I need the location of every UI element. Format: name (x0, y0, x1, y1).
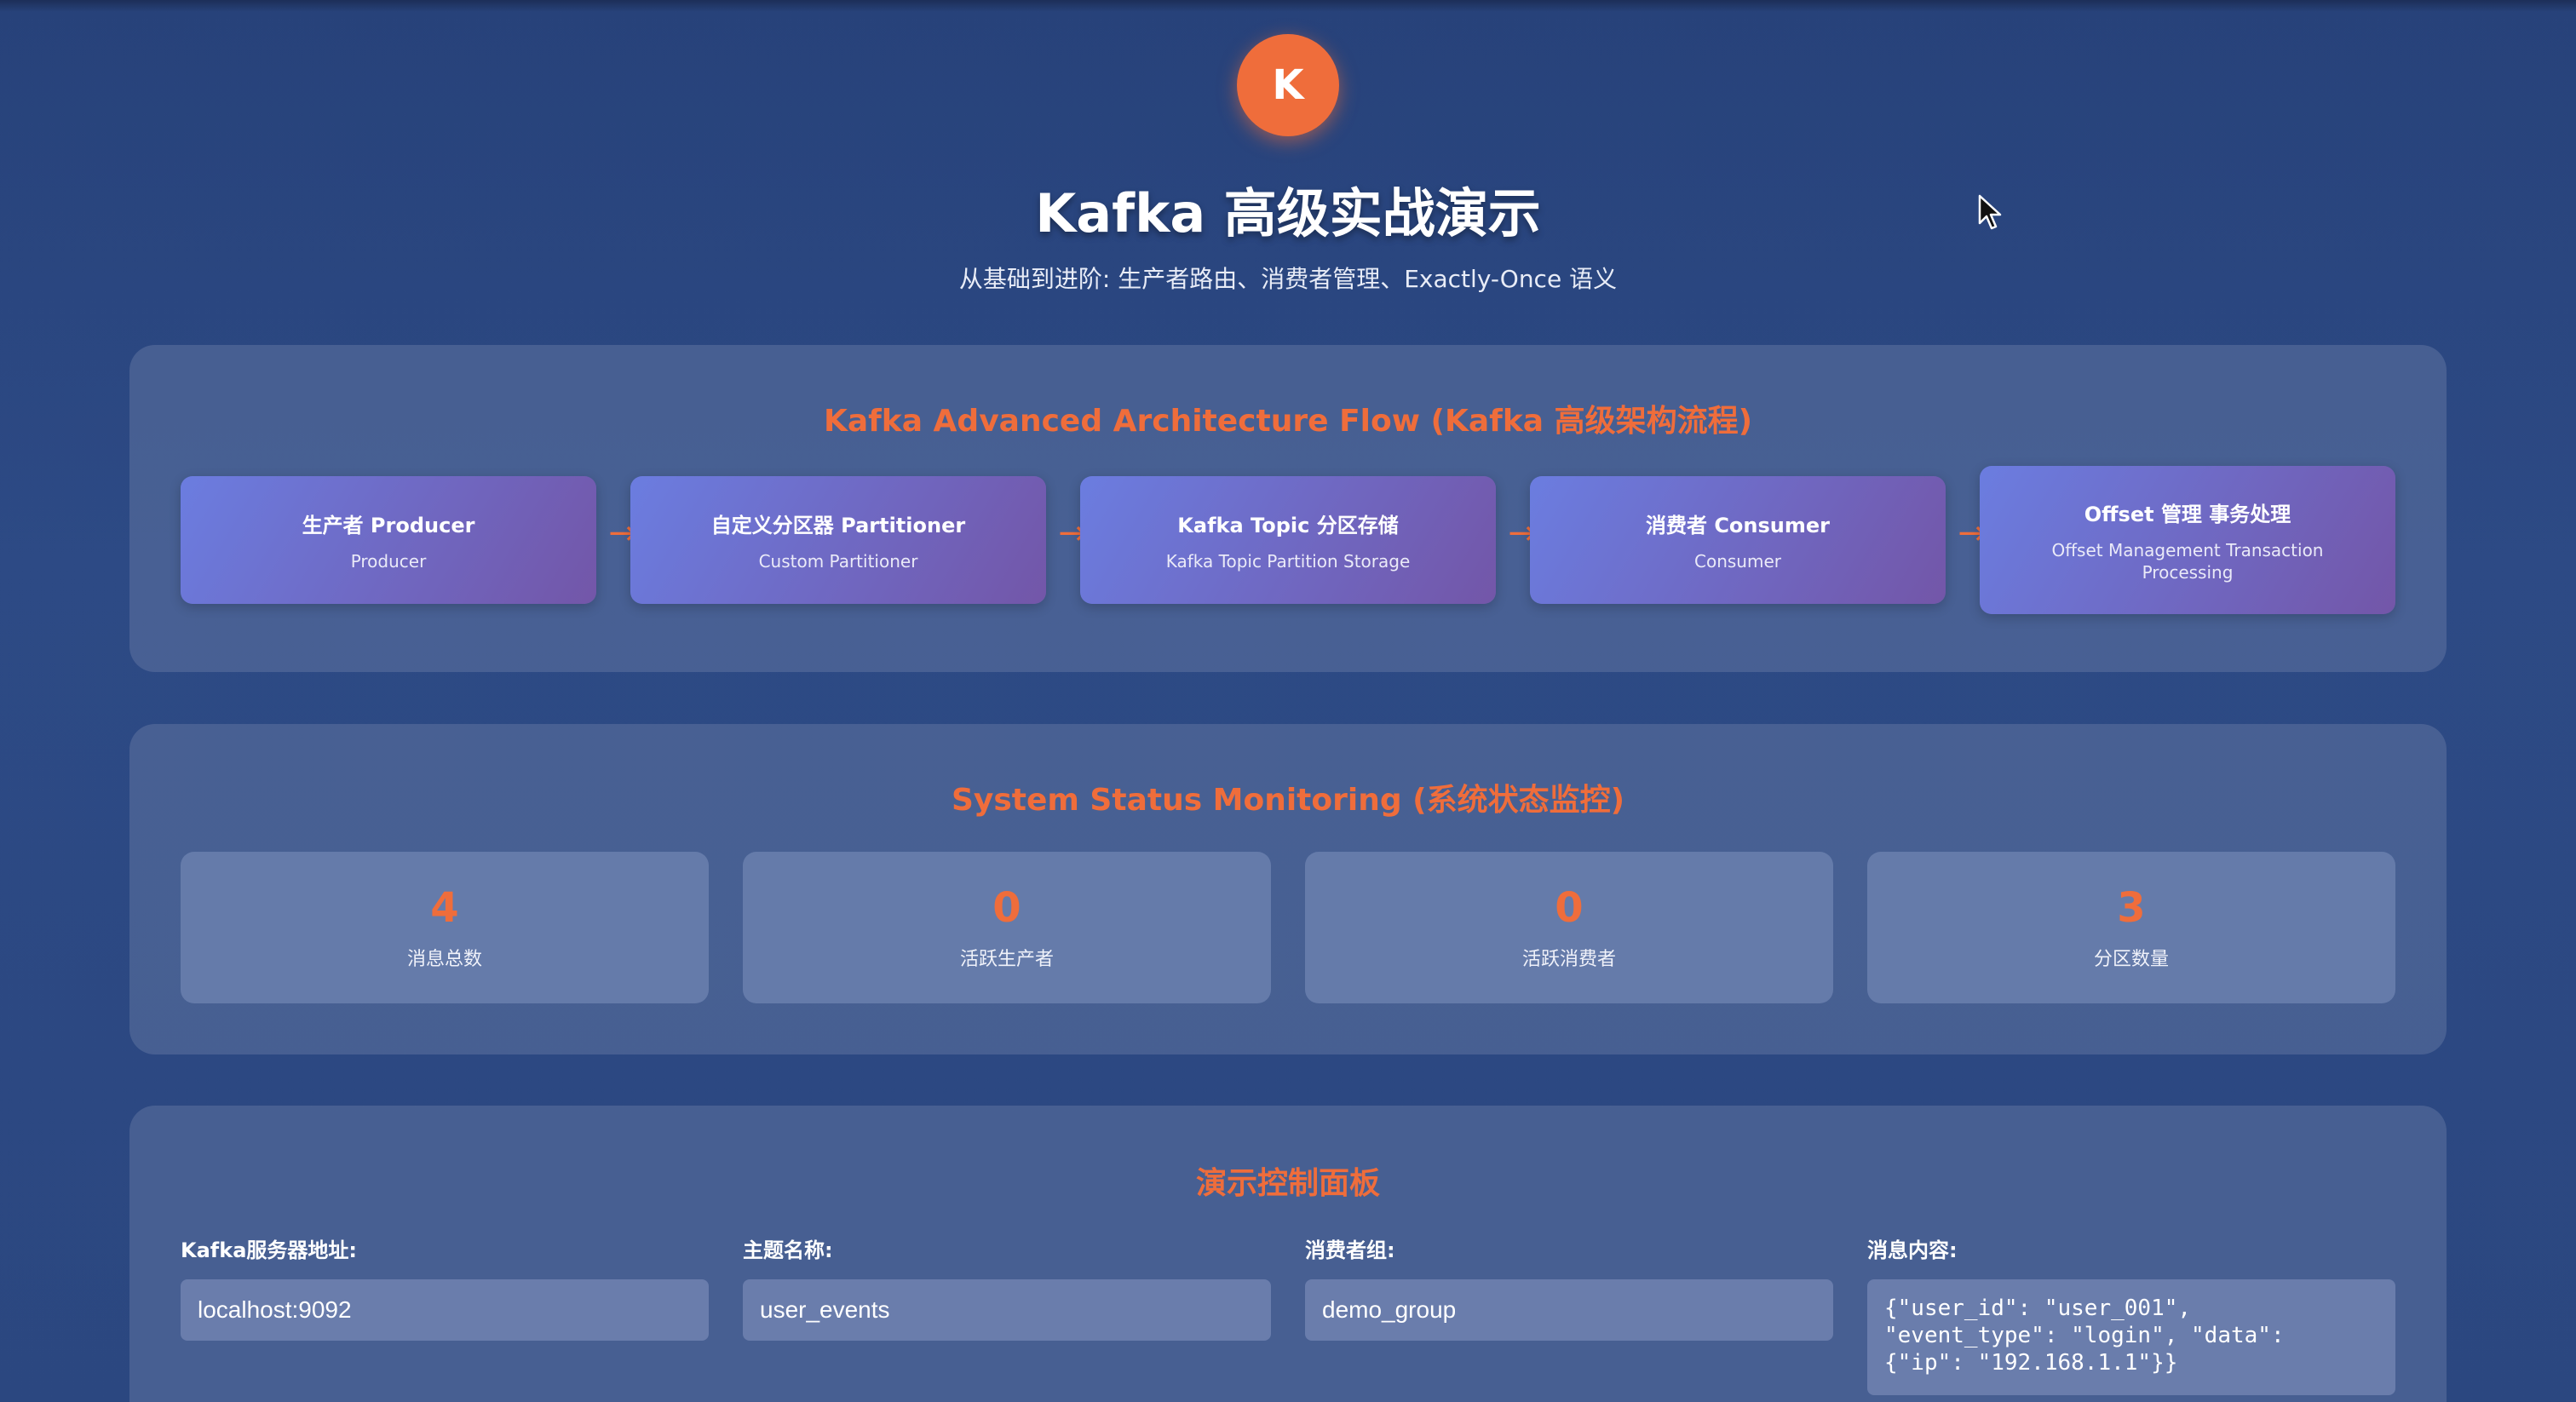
stat-card-active-consumers: 0 活跃消费者 (1305, 852, 1833, 1003)
stat-label: 分区数量 (2093, 949, 2169, 970)
consumer-group-label: 消费者组: (1305, 1238, 1395, 1262)
stat-value: 0 (1555, 884, 1584, 932)
flow-step-topic-storage: Kafka Topic 分区存储 Kafka Topic Partition S… (1080, 476, 1496, 604)
flow-step-producer: 生产者 Producer Producer (181, 476, 596, 604)
flow-step-partitioner: 自定义分区器 Partitioner Custom Partitioner (630, 476, 1046, 604)
stat-value: 3 (2117, 884, 2146, 932)
message-content-label: 消息内容: (1867, 1238, 1958, 1262)
mouse-cursor-icon (1978, 194, 2002, 230)
control-panel: 演示控制面板 Kafka服务器地址: 主题名称: 消费者组: 消息内容: {"u… (129, 1106, 2447, 1402)
flow-step-consumer: 消费者 Consumer Consumer (1530, 476, 1946, 604)
flow-step-subtitle: Offset Management Transaction Processing (2051, 539, 2324, 583)
page-title: Kafka 高级实战演示 (1035, 182, 1541, 244)
stat-label: 消息总数 (406, 949, 482, 970)
stat-label: 活跃生产者 (959, 949, 1054, 970)
message-content-textarea[interactable]: {"user_id": "user_001", "event_type": "l… (1867, 1279, 2395, 1395)
flow-step-title: 消费者 Consumer (1645, 513, 1831, 537)
flow-step-subtitle: Producer (350, 550, 427, 572)
control-panel-title: 演示控制面板 (1195, 1166, 1380, 1201)
server-address-label: Kafka服务器地址: (181, 1238, 357, 1262)
system-status-title: System Status Monitoring (系统状态监控) (951, 783, 1625, 818)
kafka-logo: K (1237, 34, 1339, 136)
flow-step-title: Kafka Topic 分区存储 (1177, 513, 1399, 537)
system-status-panel: System Status Monitoring (系统状态监控) 4 消息总数… (129, 724, 2447, 1054)
page-subtitle: 从基础到进阶: 生产者路由、消费者管理、Exactly-Once 语义 (958, 265, 1618, 293)
logo-letter: K (1272, 61, 1304, 109)
top-shadow (0, 0, 2576, 12)
flow-step-subtitle: Kafka Topic Partition Storage (1165, 550, 1411, 572)
flow-step-title: Offset 管理 事务处理 (2084, 502, 2291, 526)
topic-name-label: 主题名称: (743, 1238, 833, 1262)
flow-step-subtitle: Consumer (1694, 550, 1781, 572)
stat-card-total-messages: 4 消息总数 (181, 852, 709, 1003)
flow-step-offset-management: Offset 管理 事务处理 Offset Management Transac… (1980, 466, 2395, 614)
architecture-flow-panel: Kafka Advanced Architecture Flow (Kafka … (129, 345, 2447, 672)
topic-name-input[interactable] (743, 1279, 1271, 1341)
consumer-group-input[interactable] (1305, 1279, 1833, 1341)
stat-card-partition-count: 3 分区数量 (1867, 852, 2395, 1003)
flow-step-title: 自定义分区器 Partitioner (710, 513, 966, 537)
flow-step-subtitle: Custom Partitioner (758, 550, 918, 572)
flow-step-title: 生产者 Producer (302, 513, 475, 537)
server-address-input[interactable] (181, 1279, 709, 1341)
stat-label: 活跃消费者 (1521, 949, 1616, 970)
architecture-flow-title: Kafka Advanced Architecture Flow (Kafka … (823, 404, 1753, 439)
stat-value: 0 (992, 884, 1021, 932)
stat-card-active-producers: 0 活跃生产者 (743, 852, 1271, 1003)
stat-value: 4 (430, 884, 459, 932)
